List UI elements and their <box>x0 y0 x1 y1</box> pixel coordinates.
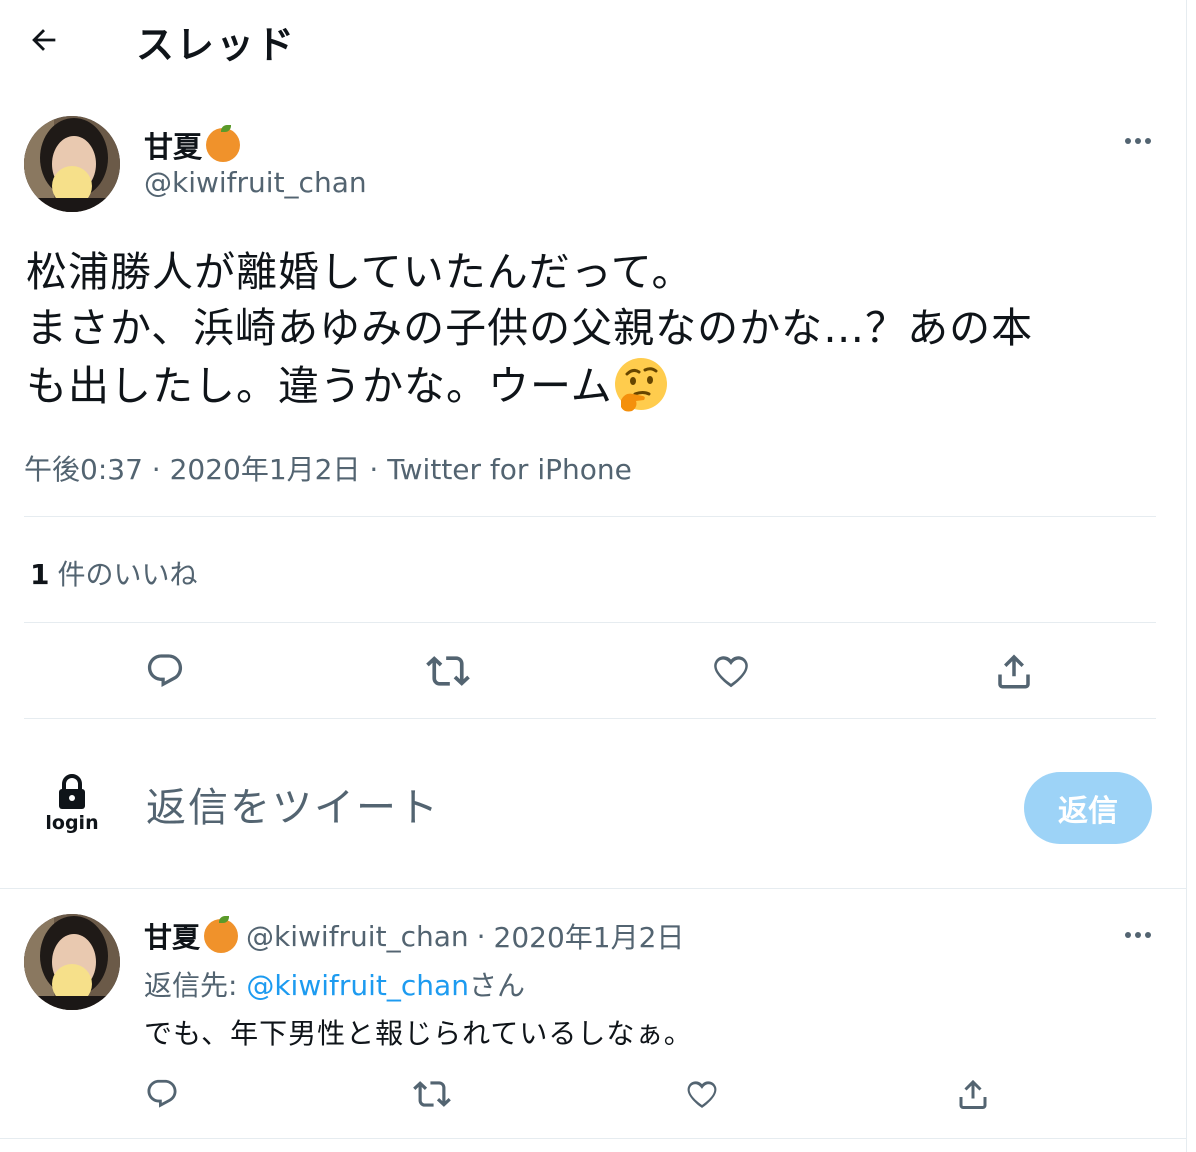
reply-author-name[interactable]: 甘夏 <box>144 916 200 956</box>
reply-button[interactable] <box>140 646 190 696</box>
separator: · <box>142 453 170 486</box>
page-title: スレッド <box>136 23 297 67</box>
reply-reply-button[interactable] <box>140 1072 184 1116</box>
reply-retweet-button[interactable] <box>410 1072 454 1116</box>
reply-like-button[interactable] <box>680 1072 724 1116</box>
more-icon <box>1125 932 1151 938</box>
author-name-text: 甘夏 <box>144 130 203 164</box>
reply-date[interactable]: 2020年1月2日 <box>494 916 685 956</box>
retweet-icon <box>413 1081 451 1107</box>
reply-text: でも、年下男性と報じられているしなぁ。 <box>144 1017 693 1050</box>
share-icon <box>959 1079 987 1109</box>
author-handle[interactable]: @kiwifruit_chan <box>144 166 367 199</box>
like-icon <box>714 656 748 688</box>
tweet-text-line: まさか、浜崎あゆみの子供の父親なのかな…？あの本 <box>26 304 1034 352</box>
author-name[interactable]: 甘夏 <box>144 124 241 166</box>
reply-share-button[interactable] <box>951 1072 995 1116</box>
tweet-text: 松浦勝人が離婚していたんだって。 まさか、浜崎あゆみの子供の父親なのかな…？あの… <box>26 244 1146 414</box>
back-button[interactable] <box>18 16 70 64</box>
column-border <box>1186 0 1187 1152</box>
tweet-source[interactable]: Twitter for iPhone <box>387 453 632 486</box>
divider <box>24 516 1156 517</box>
separator: · <box>360 453 388 486</box>
divider <box>24 622 1156 623</box>
reply-author-handle[interactable]: @kiwifruit_chan <box>246 920 469 953</box>
avatar[interactable] <box>24 914 120 1010</box>
likes-count-link[interactable]: 1 件のいいね <box>30 553 198 593</box>
back-arrow-icon <box>32 29 56 51</box>
thread-header: スレッド <box>0 0 1186 80</box>
thinking-face-emoji-icon <box>614 358 667 412</box>
reply-input[interactable] <box>146 778 846 838</box>
tweet-text-line-content: も出したし。違うかな。ウーム <box>26 362 613 410</box>
tweet-meta: 午後0:37 · 2020年1月2日 · Twitter for iPhone <box>24 448 632 488</box>
like-button[interactable] <box>706 646 756 696</box>
reply-submit-button[interactable]: 返信 <box>1024 772 1152 844</box>
reply-header: 甘夏 @kiwifruit_chan · 2020年1月2日 <box>144 916 684 956</box>
replying-handle-link[interactable]: @kiwifruit_chan <box>246 969 469 1002</box>
replying-prefix: 返信先: <box>144 969 238 1002</box>
likes-label: 件のいいね <box>57 558 198 591</box>
reply-icon <box>147 1079 177 1108</box>
lock-icon <box>59 774 85 809</box>
share-button[interactable] <box>989 646 1039 696</box>
tweet-text-line: 松浦勝人が離婚していたんだって。 <box>26 248 694 296</box>
likes-count: 1 <box>30 558 50 591</box>
retweet-button[interactable] <box>423 646 473 696</box>
more-options-button[interactable] <box>1118 126 1158 156</box>
orange-emoji-icon <box>206 125 241 162</box>
tweet-text-line: も出したし。違うかな。ウーム <box>26 356 1146 414</box>
avatar[interactable] <box>24 116 120 212</box>
tweet-date[interactable]: 2020年1月2日 <box>170 453 361 486</box>
like-icon <box>687 1081 717 1108</box>
orange-emoji-icon <box>204 916 239 953</box>
replying-suffix: さん <box>468 969 525 1002</box>
separator: · <box>476 919 486 953</box>
divider <box>0 888 1186 889</box>
reply-more-options-button[interactable] <box>1118 920 1158 950</box>
login-avatar[interactable]: login <box>26 758 118 850</box>
tweet-time[interactable]: 午後0:37 <box>24 453 143 486</box>
divider <box>0 1138 1186 1139</box>
login-label: login <box>45 812 99 834</box>
more-icon <box>1125 138 1151 144</box>
share-icon <box>998 654 1030 689</box>
divider <box>24 718 1156 719</box>
retweet-icon <box>426 656 470 686</box>
replying-to: 返信先: @kiwifruit_chanさん <box>144 964 525 1004</box>
reply-icon <box>147 654 183 687</box>
